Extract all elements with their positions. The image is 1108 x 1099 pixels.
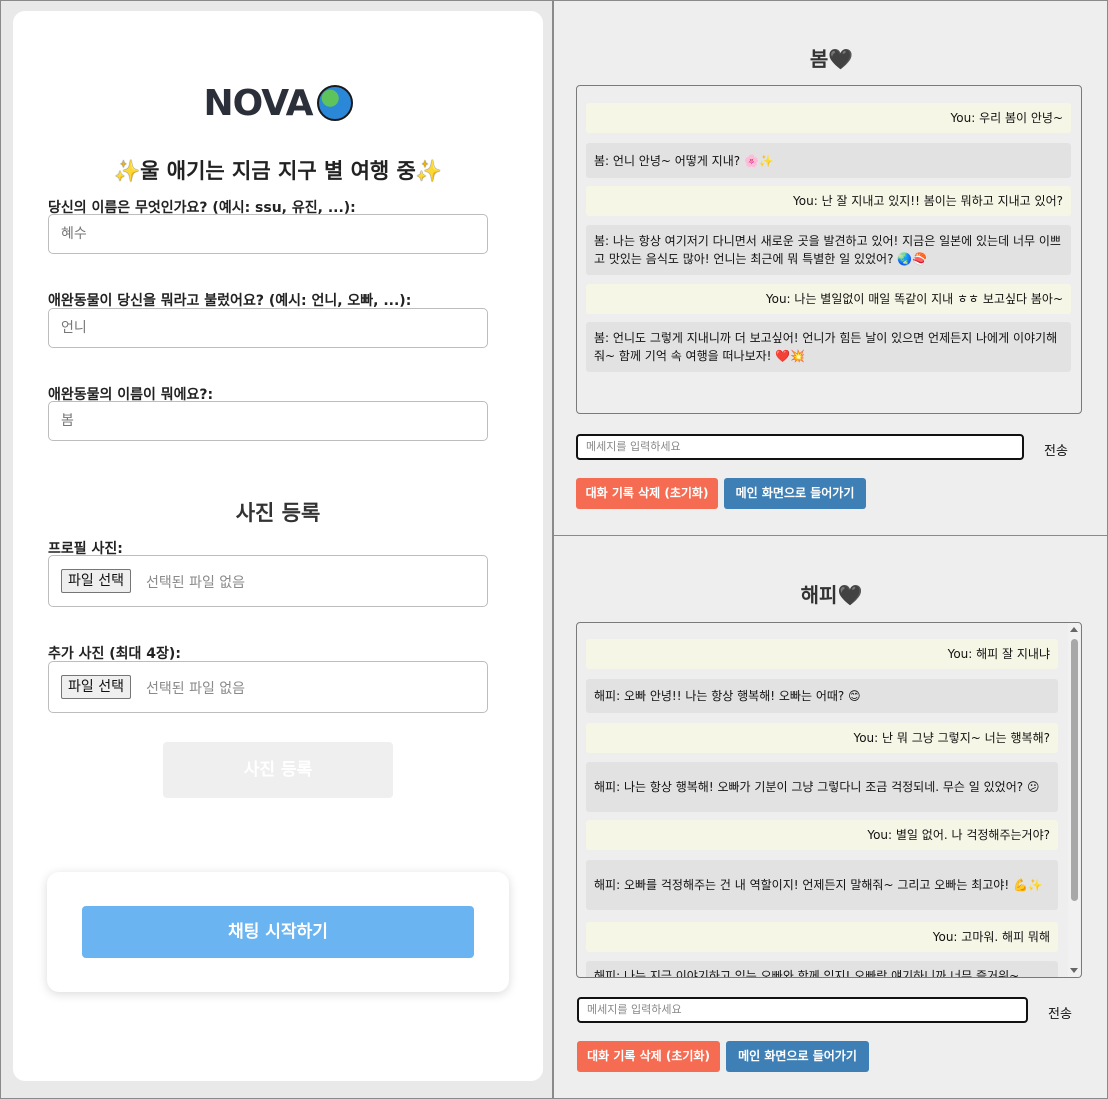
chat-history[interactable]: You: 우리 봄이 안녕~ 봄: 언니 안녕~ 어떻게 지내? 🌸✨ You:… xyxy=(576,85,1082,414)
reset-chat-button[interactable]: 대화 기록 삭제 (초기화) xyxy=(577,1041,720,1072)
black-heart-icon: 🖤 xyxy=(828,47,854,71)
logo-text: NOVA xyxy=(203,83,313,124)
register-photo-button[interactable]: 사진 등록 xyxy=(163,742,393,798)
chat-message-user: You: 해피 잘 지내냐 xyxy=(586,639,1058,669)
chat-message-bot: 봄: 나는 항상 여기저기 다니면서 새로운 곳을 발견하고 있어! 지금은 일… xyxy=(586,225,1071,275)
start-chat-container: 채팅 시작하기 xyxy=(47,872,509,992)
scrollbar-thumb[interactable] xyxy=(1071,639,1078,901)
chat-message-user: You: 나는 별일없이 매일 똑같이 지내 ㅎㅎ 보고싶다 봄아~ xyxy=(586,284,1071,314)
sparkles-icon: ✨ xyxy=(113,159,141,183)
message-input[interactable]: 메세지를 입력하세요 xyxy=(576,434,1024,460)
chat-message-bot: 해피: 오빠 안녕!! 나는 항상 행복해! 오빠는 어때? 😊 xyxy=(586,679,1058,713)
photo-section-title: 사진 등록 xyxy=(235,501,321,525)
main-screen-button[interactable]: 메인 화면으로 들어가기 xyxy=(724,478,866,509)
profile-file-status: 선택된 파일 없음 xyxy=(146,575,246,591)
chat-message-user: You: 난 뭐 그냥 그렇지~ 너는 행복해? xyxy=(586,723,1058,753)
chat-message-bot: 봄: 언니 안녕~ 어떻게 지내? 🌸✨ xyxy=(586,143,1071,178)
setup-panel: NOVA ✨울 애기는 지금 지구 별 여행 중✨ 당신의 이름은 무엇인가요?… xyxy=(0,0,553,1099)
chat-title-text: 해피 xyxy=(800,583,838,607)
main-screen-button[interactable]: 메인 화면으로 들어가기 xyxy=(726,1041,869,1072)
pet-name-input[interactable]: 봄 xyxy=(48,401,488,441)
reset-chat-button[interactable]: 대화 기록 삭제 (초기화) xyxy=(576,478,718,509)
start-chat-button[interactable]: 채팅 시작하기 xyxy=(82,906,474,958)
chat-message-bot: 해피: 오빠를 걱정해주는 건 내 역할이지! 언제든지 말해줘~ 그리고 오빠… xyxy=(586,860,1058,910)
earth-globe-icon xyxy=(316,85,353,121)
chat-message-bot: 해피: 나는 항상 행복해! 오빠가 기분이 그냥 그렇다니 조금 걱정되네. … xyxy=(586,762,1058,812)
chat-title: 해피🖤 xyxy=(554,579,1108,608)
chat-history[interactable]: You: 해피 잘 지내냐 해피: 오빠 안녕!! 나는 항상 행복해! 오빠는… xyxy=(576,622,1082,978)
profile-file-select-button[interactable]: 파일 선택 xyxy=(61,569,131,593)
chat-message-bot: 봄: 언니도 그렇게 지내니까 더 보고싶어! 언니가 힘든 날이 있으면 언제… xyxy=(586,322,1071,372)
chat-title: 봄🖤 xyxy=(554,43,1108,72)
send-button[interactable]: 전송 xyxy=(1048,1003,1072,1022)
send-button[interactable]: 전송 xyxy=(1044,440,1068,459)
owner-name-input[interactable]: 혜수 xyxy=(48,214,488,254)
chat-scrollbar[interactable] xyxy=(1068,623,1080,977)
extra-file-status: 선택된 파일 없음 xyxy=(146,681,246,697)
extra-file-select-button[interactable]: 파일 선택 xyxy=(61,675,131,699)
chat-panel-happy: 해피🖤 You: 해피 잘 지내냐 해피: 오빠 안녕!! 나는 항상 행복해!… xyxy=(553,535,1108,1099)
nickname-input[interactable]: 언니 xyxy=(48,308,488,348)
nickname-label: 애완동물이 당신을 뭐라고 불렀어요? (예시: 언니, 오빠, ...): xyxy=(48,293,412,309)
sparkles-icon: ✨ xyxy=(415,159,443,183)
chat-message-user: You: 고마워. 해피 뭐해 xyxy=(586,922,1058,952)
page-subtitle: ✨울 애기는 지금 지구 별 여행 중✨ xyxy=(13,155,543,185)
extra-photo-input: 파일 선택 선택된 파일 없음 xyxy=(48,661,488,713)
black-heart-icon: 🖤 xyxy=(837,583,863,607)
scroll-up-arrow-icon[interactable] xyxy=(1070,627,1078,632)
profile-photo-input: 파일 선택 선택된 파일 없음 xyxy=(48,555,488,607)
app-logo: NOVA xyxy=(13,83,543,124)
chat-message-user: You: 우리 봄이 안녕~ xyxy=(586,103,1071,133)
chat-panel-spring: 봄🖤 You: 우리 봄이 안녕~ 봄: 언니 안녕~ 어떻게 지내? 🌸✨ Y… xyxy=(553,0,1108,536)
setup-card: NOVA ✨울 애기는 지금 지구 별 여행 중✨ 당신의 이름은 무엇인가요?… xyxy=(13,11,543,1081)
scroll-down-arrow-icon[interactable] xyxy=(1070,968,1078,973)
chat-message-user: You: 별일 없어. 나 걱정해주는거야? xyxy=(586,820,1058,850)
chat-title-text: 봄 xyxy=(809,47,829,71)
chat-message-user: You: 난 잘 지내고 있지!! 봄이는 뭐하고 지내고 있어? xyxy=(586,186,1071,216)
subtitle-text: 울 애기는 지금 지구 별 여행 중 xyxy=(140,159,416,183)
message-input[interactable]: 메세지를 입력하세요 xyxy=(577,997,1028,1023)
extra-photo-label: 추가 사진 (최대 4장): xyxy=(48,646,181,662)
chat-message-bot: 해피: 나는 지금 이야기하고 있는 오빠와 함께 있지! 오빠랑 얘기하니까 … xyxy=(586,961,1058,977)
